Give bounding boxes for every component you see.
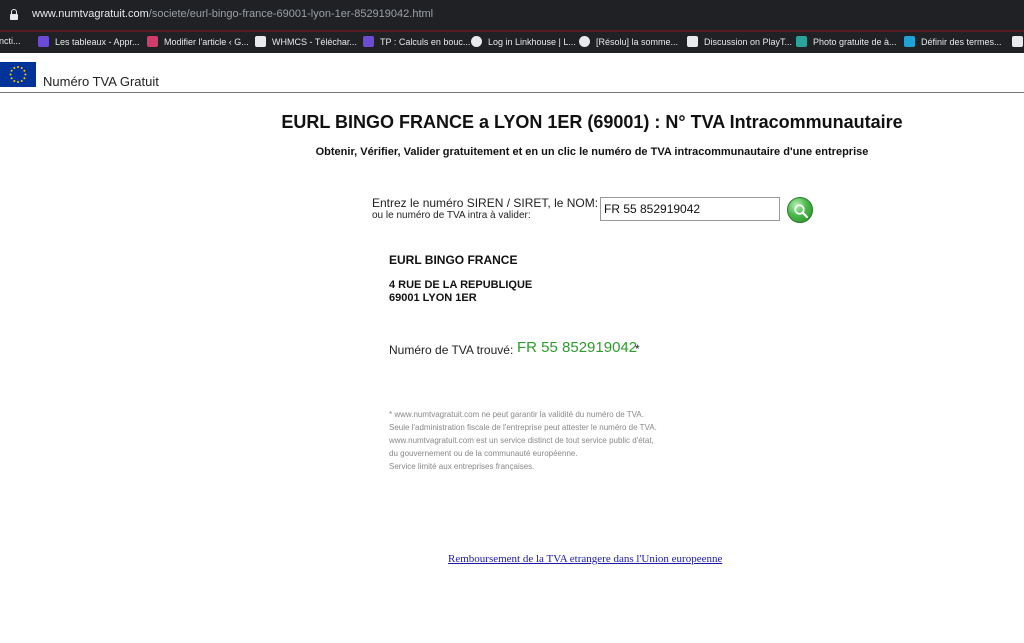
site-name[interactable]: Numéro TVA Gratuit bbox=[43, 74, 159, 89]
bookmark-favicon-icon bbox=[471, 36, 482, 47]
bookmark-item[interactable]: WHMCS - Téléchar... bbox=[255, 36, 357, 47]
page-subtitle: Obtenir, Vérifier, Valider gratuitement … bbox=[315, 146, 869, 158]
bookmark-item[interactable]: [Résolu] la somme... bbox=[579, 36, 678, 47]
bookmark-favicon-icon bbox=[38, 36, 49, 47]
disclaimer-line: du gouvernement ou de la communauté euro… bbox=[389, 449, 578, 458]
eu-flag-icon[interactable] bbox=[0, 62, 36, 87]
lock-icon[interactable] bbox=[10, 9, 18, 20]
bookmark-favicon-icon bbox=[796, 36, 807, 47]
bookmark-item[interactable]: oncti... bbox=[0, 36, 21, 46]
bookmark-item[interactable]: Log in Linkhouse | L... bbox=[471, 36, 576, 47]
bookmark-item[interactable]: Photo gratuite de à... bbox=[796, 36, 897, 47]
tva-asterisk: * bbox=[635, 342, 640, 356]
disclaimer-line: www.numtvagratuit.com est un service dis… bbox=[389, 436, 654, 445]
bookmark-favicon-icon bbox=[1012, 36, 1023, 47]
bookmark-favicon-icon bbox=[579, 36, 590, 47]
bookmark-item[interactable]: Modifier l'article ‹ G... bbox=[147, 36, 249, 47]
bookmark-item[interactable]: Les tableaux - Appr... bbox=[38, 36, 140, 47]
search-input[interactable] bbox=[600, 197, 780, 221]
tva-found-value: FR 55 852919042 bbox=[517, 339, 638, 356]
search-sublabel: ou le numéro de TVA intra à valider: bbox=[372, 210, 531, 221]
search-button[interactable] bbox=[787, 197, 813, 223]
bookmark-favicon-icon bbox=[147, 36, 158, 47]
bookmarks-bar: oncti... Les tableaux - Appr... Modifier… bbox=[0, 32, 1024, 53]
bookmark-item[interactable]: TP : Calculs en bouc... bbox=[363, 36, 470, 47]
company-name: EURL BINGO FRANCE bbox=[389, 253, 518, 267]
bookmark-item[interactable] bbox=[1012, 36, 1024, 47]
company-address-city: 69001 LYON 1ER bbox=[389, 292, 477, 304]
footer-link-tva-refund[interactable]: Remboursement de la TVA etrangere dans l… bbox=[448, 553, 722, 565]
site-header: Numéro TVA Gratuit bbox=[0, 53, 1024, 93]
search-label: Entrez le numéro SIREN / SIRET, le NOM: bbox=[372, 196, 599, 210]
bookmark-favicon-icon bbox=[363, 36, 374, 47]
disclaimer-line: * www.numtvagratuit.com ne peut garantir… bbox=[389, 410, 644, 419]
magnifier-icon bbox=[794, 204, 809, 219]
bookmark-favicon-icon bbox=[687, 36, 698, 47]
page-title: EURL BINGO FRANCE a LYON 1ER (69001) : N… bbox=[281, 112, 903, 132]
browser-address-bar[interactable]: www.numtvagratuit.com/societe/eurl-bingo… bbox=[0, 0, 1024, 32]
bookmark-item[interactable]: Discussion on PlayT... bbox=[687, 36, 792, 47]
tva-found-label: Numéro de TVA trouvé: bbox=[389, 343, 514, 357]
disclaimer-line: Service limité aux entreprises française… bbox=[389, 462, 535, 471]
bookmark-favicon-icon bbox=[255, 36, 266, 47]
disclaimer-line: Seule l'administration fiscale de l'entr… bbox=[389, 423, 657, 432]
company-address-street: 4 RUE DE LA REPUBLIQUE bbox=[389, 279, 533, 291]
url-text[interactable]: www.numtvagratuit.com/societe/eurl-bingo… bbox=[32, 8, 433, 20]
bookmark-favicon-icon bbox=[904, 36, 915, 47]
bookmark-item[interactable]: Définir des termes... bbox=[904, 36, 1002, 47]
